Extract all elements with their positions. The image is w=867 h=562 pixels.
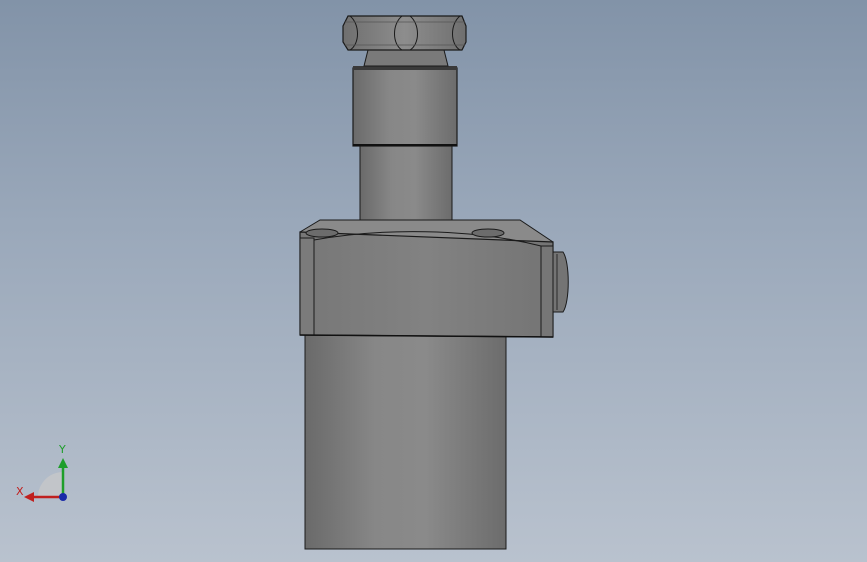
y-axis-label: Y xyxy=(58,443,66,456)
stem[interactable] xyxy=(359,144,453,224)
z-axis-dot xyxy=(59,493,67,501)
lower-cylinder[interactable] xyxy=(304,334,507,550)
orientation-triad[interactable]: Y X xyxy=(10,440,80,510)
nut-neck xyxy=(363,49,449,67)
x-axis-label: X xyxy=(16,485,24,498)
hex-nut[interactable] xyxy=(342,15,467,51)
mount-hole-left xyxy=(305,228,339,238)
triad-plane xyxy=(38,472,63,497)
graphics-viewport[interactable]: Y X xyxy=(0,0,867,562)
x-axis-arrow xyxy=(24,492,34,502)
side-port[interactable] xyxy=(552,251,569,313)
upper-sleeve[interactable] xyxy=(352,66,458,147)
cad-model[interactable] xyxy=(0,0,867,562)
clamp-block[interactable] xyxy=(299,219,554,338)
mount-hole-right xyxy=(471,228,505,238)
y-axis-arrow xyxy=(58,458,68,468)
